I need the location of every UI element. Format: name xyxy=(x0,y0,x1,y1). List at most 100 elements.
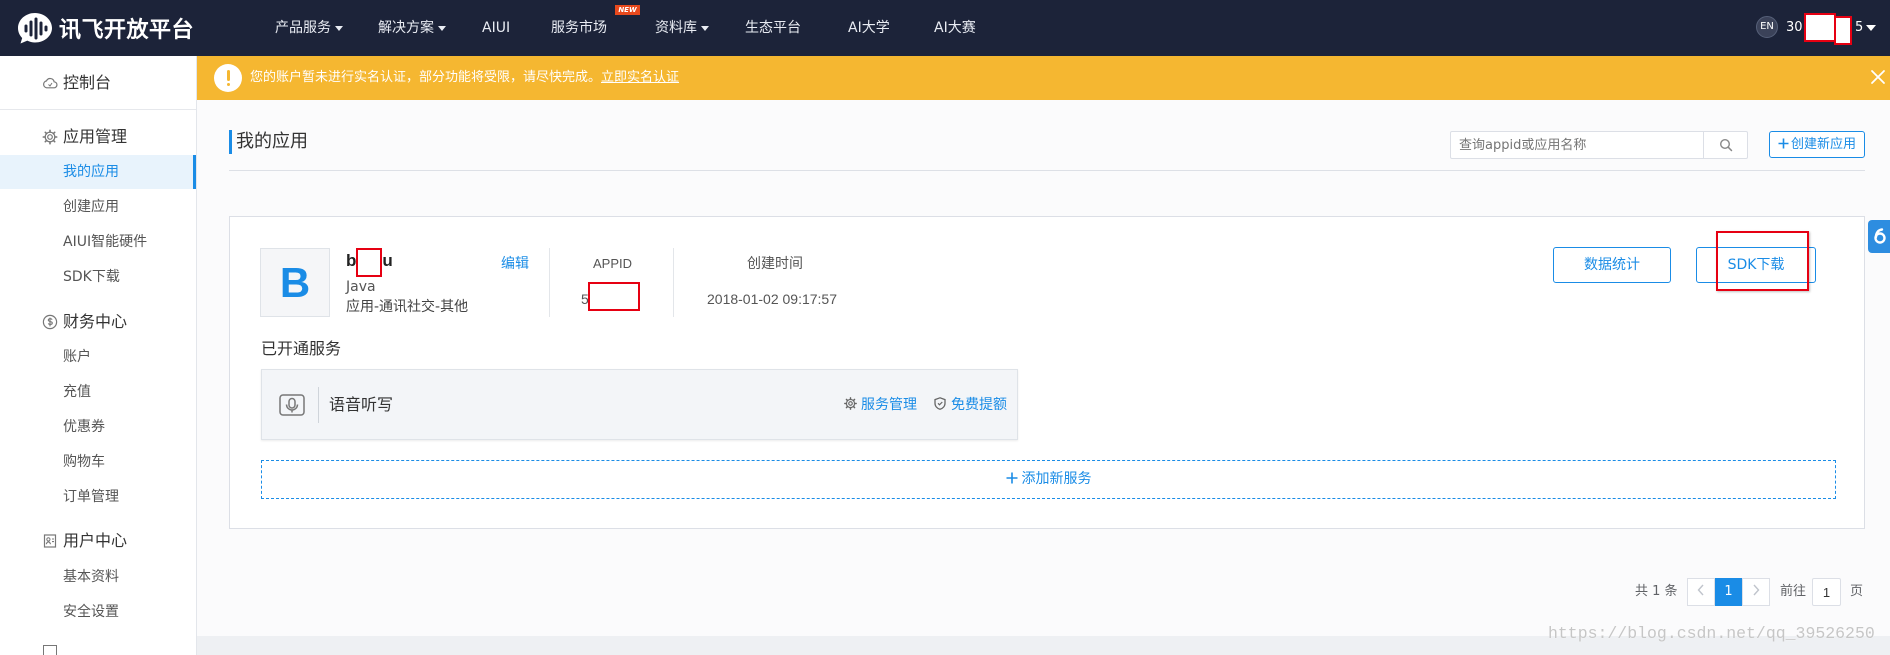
gear-icon xyxy=(844,397,857,410)
sidebar-item-label: SDK下载 xyxy=(63,269,120,285)
app-name-end: u xyxy=(382,251,393,270)
goto-page-input[interactable] xyxy=(1812,578,1841,606)
language-switch[interactable]: EN xyxy=(1756,16,1778,38)
logo-text: 讯飞开放平台 xyxy=(59,18,195,43)
sidebar-item-create-app[interactable]: 创建应用 xyxy=(0,190,196,224)
nav-ai-university-label: AI大学 xyxy=(848,20,890,36)
nav-aiui-label: AIUI xyxy=(482,20,511,36)
nav-products[interactable]: 产品服务 xyxy=(275,0,343,56)
main-content: 我的应用 创建新应用 B b u Java 应用-通讯社交-其他 编辑 APPID… xyxy=(197,100,1890,636)
service-name: 语音听写 xyxy=(329,395,394,414)
sidebar-item-label: 控制台 xyxy=(63,73,112,92)
nav-aiui[interactable]: AIUI xyxy=(482,0,510,56)
search-input[interactable] xyxy=(1450,131,1704,159)
service-manage-label: 服务管理 xyxy=(861,397,917,413)
nav-ai-university[interactable]: AI大学 xyxy=(848,0,890,56)
sidebar-group-app-management[interactable]: 应用管理 xyxy=(0,120,196,154)
sidebar-item-account[interactable]: 账户 xyxy=(0,340,196,374)
verification-banner: 您的账户暂未进行实名认证，部分功能将受限，请尽快完成。立即实名认证 xyxy=(197,56,1890,100)
free-quota-label: 免费提额 xyxy=(951,397,1007,413)
logo[interactable]: 讯飞开放平台 xyxy=(16,9,194,47)
nav-ecosystem-label: 生态平台 xyxy=(745,20,801,36)
banner-message: 您的账户暂未进行实名认证，部分功能将受限，请尽快完成。 xyxy=(250,70,602,85)
link-icon xyxy=(1874,228,1886,244)
vertical-divider xyxy=(673,248,674,317)
nav-ecosystem[interactable]: 生态平台 xyxy=(745,0,801,56)
create-app-label: 创建新应用 xyxy=(1790,137,1856,152)
page-suffix: 页 xyxy=(1850,584,1864,599)
goto-label: 前往 xyxy=(1780,584,1807,599)
sidebar-item-label: 账户 xyxy=(63,349,91,365)
sidebar-group-label: 应用管理 xyxy=(63,127,128,146)
sidebar-item-label: AIUI智能硬件 xyxy=(63,234,148,250)
sidebar-item-label: 创建应用 xyxy=(63,199,119,215)
next-page-button[interactable] xyxy=(1742,578,1770,606)
sidebar-item-orders[interactable]: 订单管理 xyxy=(0,480,196,514)
iflytek-logo-icon xyxy=(18,13,52,44)
sidebar-item-label: 优惠券 xyxy=(63,419,105,435)
sidebar-item-security[interactable]: 安全设置 xyxy=(0,595,196,629)
sidebar-group-label: 财务中心 xyxy=(63,312,128,331)
sidebar-item-label: 订单管理 xyxy=(63,489,119,505)
sidebar-item-label: 基本资料 xyxy=(63,569,119,585)
sidebar-item-label: 安全设置 xyxy=(63,604,119,620)
verify-identity-link[interactable]: 立即实名认证 xyxy=(601,70,679,85)
search-icon xyxy=(1719,138,1733,152)
search-button[interactable] xyxy=(1703,131,1748,159)
sidebar-item-coupons[interactable]: 优惠券 xyxy=(0,410,196,444)
app-card: B bu Java 应用-通讯社交-其他 编辑 APPID 5 创建时间 201… xyxy=(229,216,1865,529)
top-nav: 讯飞开放平台 产品服务 解决方案 AIUI 服务市场 NEW 资料库 生态平台 … xyxy=(0,0,1890,56)
sidebar-item-recharge[interactable]: 充值 xyxy=(0,375,196,409)
sidebar-item-aiui-hardware[interactable]: AIUI智能硬件 xyxy=(0,225,196,259)
banner-text: 您的账户暂未进行实名认证，部分功能将受限，请尽快完成。立即实名认证 xyxy=(250,56,679,100)
vertical-divider xyxy=(318,387,319,423)
sidebar-item-my-apps[interactable]: 我的应用 xyxy=(0,155,196,189)
user-name-end[interactable]: 5 xyxy=(1855,0,1863,56)
app-name-start: b xyxy=(346,251,357,270)
sidebar-item-label: 充值 xyxy=(63,384,91,400)
user-name-start[interactable]: 30 xyxy=(1786,0,1803,56)
cloud-icon xyxy=(43,77,58,89)
floating-side-tab[interactable] xyxy=(1868,220,1890,253)
user-menu-caret-icon[interactable] xyxy=(1866,25,1876,31)
nav-docs-label: 资料库 xyxy=(655,20,697,36)
gear-icon xyxy=(42,129,58,145)
add-service-button[interactable]: 添加新服务 xyxy=(261,460,1836,499)
nav-docs[interactable]: 资料库 xyxy=(655,0,709,56)
prev-page-button[interactable] xyxy=(1687,578,1715,606)
sidebar-divider xyxy=(0,109,196,110)
services-title: 已开通服务 xyxy=(261,339,342,358)
nav-market[interactable]: 服务市场 xyxy=(551,0,607,56)
sidebar-item-cart[interactable]: 购物车 xyxy=(0,445,196,479)
sidebar-group-finance[interactable]: 财务中心 xyxy=(0,305,196,339)
nav-market-label: 服务市场 xyxy=(551,20,607,36)
redaction-box xyxy=(1834,16,1852,45)
sidebar-group-user-center[interactable]: 用户中心 xyxy=(0,524,196,558)
appid-label: APPID xyxy=(593,256,633,271)
nav-solutions[interactable]: 解决方案 xyxy=(378,0,446,56)
page-button-current[interactable]: 1 xyxy=(1715,578,1742,606)
service-manage-link[interactable]: 服务管理 xyxy=(844,394,917,416)
free-quota-link[interactable]: 免费提额 xyxy=(934,394,1007,416)
sidebar-item-dashboard[interactable]: 控制台 xyxy=(0,66,196,100)
new-badge: NEW xyxy=(615,5,640,15)
caret-down-icon xyxy=(701,25,709,31)
close-icon[interactable] xyxy=(1867,66,1889,88)
sidebar-item-label: 我的应用 xyxy=(63,164,119,180)
edit-link[interactable]: 编辑 xyxy=(501,255,529,273)
plus-icon xyxy=(1006,472,1017,484)
microphone-icon xyxy=(279,394,305,416)
nav-ai-contest-label: AI大赛 xyxy=(934,20,976,36)
chevron-left-icon xyxy=(1697,584,1704,596)
page-title: 我的应用 xyxy=(236,131,308,152)
app-platform: Java xyxy=(346,279,376,295)
nav-ai-contest[interactable]: AI大赛 xyxy=(934,0,976,56)
sidebar-item-sdk-download[interactable]: SDK下载 xyxy=(0,260,196,294)
sidebar-group-label: 用户中心 xyxy=(63,531,128,550)
data-stats-button[interactable]: 数据统计 xyxy=(1553,247,1671,283)
sidebar-item-profile[interactable]: 基本资料 xyxy=(0,560,196,594)
coin-icon xyxy=(42,314,58,330)
caret-down-icon xyxy=(335,25,343,31)
create-app-button[interactable]: 创建新应用 xyxy=(1769,131,1865,158)
add-service-label: 添加新服务 xyxy=(1021,471,1092,487)
